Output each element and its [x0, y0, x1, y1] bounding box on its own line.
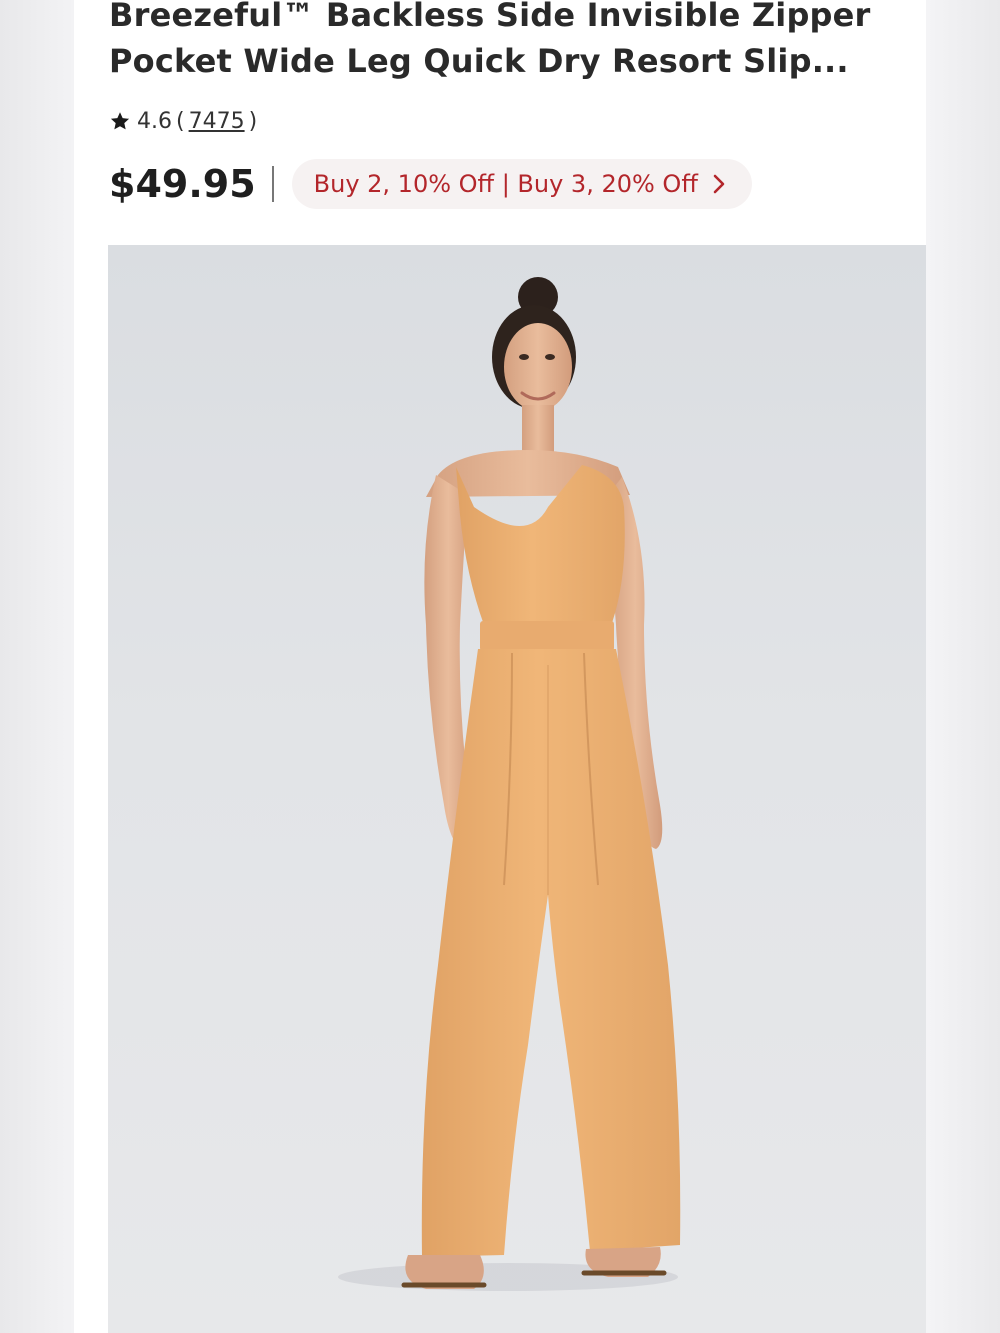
price: $49.95 [109, 162, 256, 206]
model-illustration [338, 277, 681, 1291]
rating-paren-open: ( [176, 108, 185, 134]
star-icon [110, 112, 130, 130]
chevron-right-icon [713, 174, 725, 194]
price-divider [271, 166, 274, 202]
left-backdrop [0, 0, 74, 1333]
rating-row: 4.6 ( 7475 ) [109, 106, 261, 136]
product-image[interactable] [108, 245, 926, 1333]
review-count-link[interactable]: 7475 [189, 109, 245, 134]
right-backdrop [926, 0, 1000, 1333]
promo-label: Buy 2, 10% Off | Buy 3, 20% Off [313, 170, 698, 198]
bundle-promo-button[interactable]: Buy 2, 10% Off | Buy 3, 20% Off [291, 159, 752, 209]
product-title: Breezeful™ Backless Side Invisible Zippe… [109, 0, 871, 80]
price-row: $49.95 Buy 2, 10% Off | Buy 3, 20% Off [109, 156, 752, 212]
rating-paren-close: ) [248, 108, 258, 134]
rating-value: 4.6 [137, 108, 172, 134]
product-card: Breezeful™ Backless Side Invisible Zippe… [74, 0, 926, 1333]
